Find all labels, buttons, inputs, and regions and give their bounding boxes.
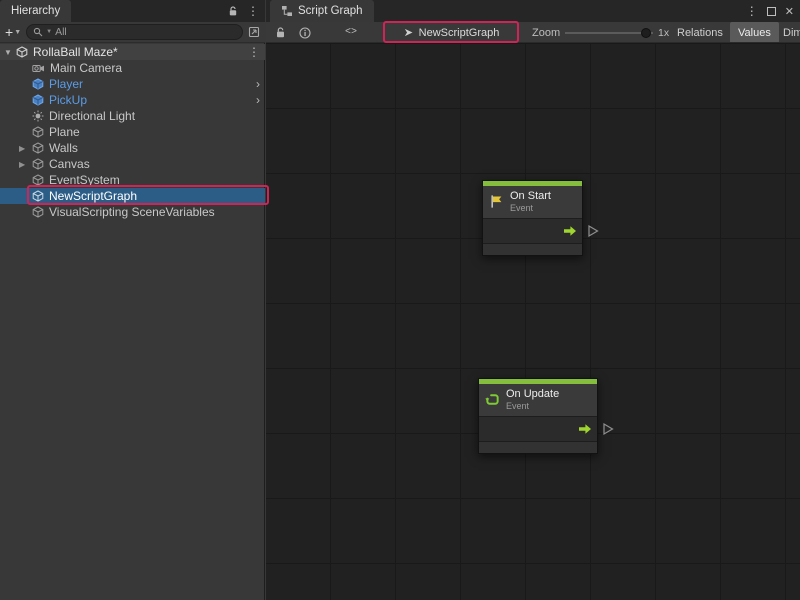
dim-toggle[interactable]: Dim	[783, 22, 800, 43]
tab-hierarchy[interactable]: Hierarchy	[0, 0, 71, 22]
graph-breadcrumb[interactable]: NewScriptGraph	[384, 22, 518, 43]
graph-tabstrip: Script Graph ⋮ ✕	[266, 0, 800, 22]
hierarchy-row-directional-light[interactable]: Directional Light	[0, 108, 265, 124]
foldout-closed-icon[interactable]: ▶	[19, 160, 25, 169]
scene-menu-icon[interactable]: ⋮	[248, 46, 260, 58]
relations-toggle[interactable]: Relations	[677, 22, 723, 43]
cube-icon	[32, 126, 44, 138]
values-toggle[interactable]: Values	[730, 22, 779, 43]
light-icon	[32, 110, 44, 122]
tab-script-graph[interactable]: Script Graph	[270, 0, 374, 22]
prefab-cube-icon	[32, 94, 44, 106]
script-graph-asset-icon	[403, 27, 414, 38]
hierarchy-tree: ▼ RollaBall Maze* ⋮ Main Camera Player ›	[0, 44, 265, 220]
node-ports	[479, 416, 597, 441]
item-label: VisualScripting SceneVariables	[49, 205, 215, 219]
search-filter-caret-icon: ▼	[46, 29, 52, 35]
node-ports	[483, 218, 582, 243]
zoom-value: 1x	[658, 22, 669, 43]
hierarchy-row-main-camera[interactable]: Main Camera	[0, 60, 265, 76]
hierarchy-toolbar: + ▼ ▼ All	[0, 22, 265, 43]
search-input[interactable]: ▼ All	[26, 24, 243, 40]
info-icon[interactable]	[299, 22, 311, 43]
node-footer	[479, 441, 597, 453]
scene-row[interactable]: ▼ RollaBall Maze* ⋮	[0, 44, 265, 60]
graph-menu-icon[interactable]: ⋮	[746, 5, 758, 17]
item-label: Player	[49, 77, 83, 91]
add-gameobject-button[interactable]: + ▼	[5, 25, 21, 39]
flow-output-arrow-icon[interactable]	[563, 226, 577, 237]
prefab-chevron-icon[interactable]: ›	[256, 93, 260, 107]
node-header[interactable]: On Start Event	[483, 186, 582, 218]
start-flag-icon	[489, 194, 504, 209]
graph-toolbar: <> NewScriptGraph Zoom 1x Relations Valu…	[266, 22, 800, 43]
item-label: Directional Light	[49, 109, 135, 123]
hierarchy-row-eventsystem[interactable]: EventSystem	[0, 172, 265, 188]
hierarchy-row-pickup[interactable]: PickUp ›	[0, 92, 265, 108]
node-on-start[interactable]: On Start Event	[482, 180, 583, 256]
cube-icon	[32, 190, 44, 202]
graph-tab-label: Script Graph	[298, 5, 363, 17]
zoom-label: Zoom	[532, 22, 560, 43]
item-label: Plane	[49, 125, 80, 139]
node-footer	[483, 243, 582, 255]
close-icon[interactable]: ✕	[785, 5, 794, 18]
node-title: On Start	[510, 190, 551, 203]
item-label: PickUp	[49, 93, 87, 107]
hierarchy-row-walls[interactable]: ▶ Walls	[0, 140, 265, 156]
scene-name: RollaBall Maze*	[33, 45, 118, 59]
scene-picker-icon[interactable]	[248, 26, 260, 38]
node-subtitle: Event	[510, 203, 551, 213]
prefab-chevron-icon[interactable]: ›	[256, 77, 260, 91]
unity-scene-icon	[16, 46, 28, 58]
zoom-slider-knob[interactable]	[641, 28, 651, 38]
graph-lock-icon[interactable]	[275, 22, 286, 43]
flow-output-arrow-icon[interactable]	[578, 424, 592, 435]
hierarchy-menu-icon[interactable]: ⋮	[247, 5, 259, 17]
search-icon	[33, 27, 43, 37]
hierarchy-tab-label: Hierarchy	[11, 5, 60, 17]
flow-output-port-icon[interactable]	[587, 225, 599, 238]
hierarchy-row-visualscripting-scenevariables[interactable]: VisualScripting SceneVariables	[0, 204, 265, 220]
code-view-icon[interactable]: <>	[345, 22, 357, 43]
item-label: EventSystem	[49, 173, 120, 187]
prefab-cube-icon	[32, 78, 44, 90]
cube-icon	[32, 206, 44, 218]
breadcrumb-label: NewScriptGraph	[419, 27, 500, 39]
node-subtitle: Event	[506, 401, 559, 411]
hierarchy-row-player[interactable]: Player ›	[0, 76, 265, 92]
cube-icon	[32, 158, 44, 170]
zoom-slider-track[interactable]	[565, 32, 653, 34]
maximize-icon[interactable]	[767, 7, 776, 16]
hierarchy-row-canvas[interactable]: ▶ Canvas	[0, 156, 265, 172]
hierarchy-row-newscriptgraph[interactable]: NewScriptGraph	[0, 188, 265, 204]
hierarchy-row-plane[interactable]: Plane	[0, 124, 265, 140]
plus-icon: +	[5, 25, 13, 39]
update-loop-icon	[485, 392, 500, 407]
zoom-slider[interactable]	[565, 22, 653, 43]
graph-canvas[interactable]	[266, 43, 800, 600]
item-label: Canvas	[49, 157, 90, 171]
graph-tab-icon	[281, 5, 293, 17]
node-title: On Update	[506, 388, 559, 401]
chevron-down-icon: ▼	[14, 29, 21, 36]
hierarchy-tabstrip: Hierarchy ⋮	[0, 0, 265, 22]
foldout-closed-icon[interactable]: ▶	[19, 144, 25, 153]
foldout-open-icon[interactable]: ▼	[4, 48, 12, 57]
item-label: Walls	[49, 141, 78, 155]
item-label: NewScriptGraph	[49, 189, 137, 203]
search-filter-label: All	[55, 26, 67, 38]
script-graph-panel: Script Graph ⋮ ✕ <> NewScriptGraph Zoom	[266, 0, 800, 600]
node-on-update[interactable]: On Update Event	[478, 378, 598, 454]
camera-icon	[32, 63, 45, 74]
cube-icon	[32, 174, 44, 186]
hierarchy-panel: Hierarchy ⋮ + ▼ ▼ All ▼	[0, 0, 265, 600]
item-label: Main Camera	[50, 61, 122, 75]
cube-icon	[32, 142, 44, 154]
node-header[interactable]: On Update Event	[479, 384, 597, 416]
lock-icon[interactable]	[228, 6, 238, 17]
flow-output-port-icon[interactable]	[602, 423, 614, 436]
